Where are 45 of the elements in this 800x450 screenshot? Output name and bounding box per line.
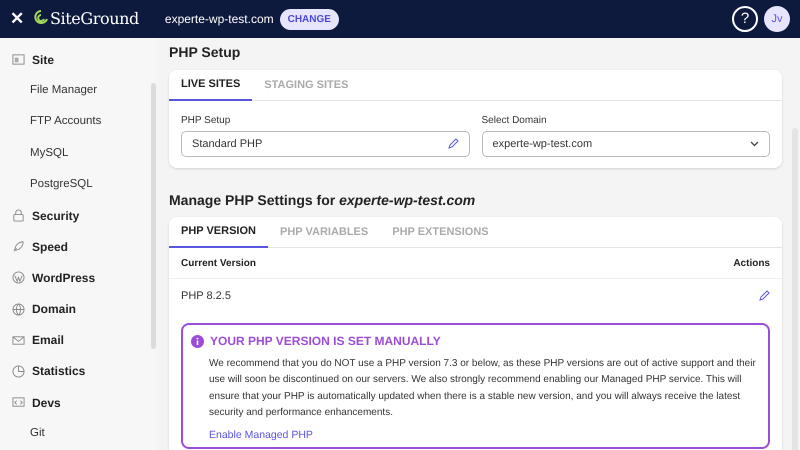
section-title: Manage PHP Settings for experte-wp-test.com [169,191,476,210]
change-button[interactable]: CHANGE [280,8,339,30]
tab[interactable]: PHP VERSION [169,217,268,248]
php-setup-field[interactable]: Standard PHP [181,131,470,157]
sidebar-section[interactable]: Domain [32,300,76,318]
enable-managed-php-link[interactable]: Enable Managed PHP [209,428,313,444]
code-window-icon [12,396,25,410]
sidebar-section[interactable]: Email [32,331,64,350]
logo-text: SiteGround [50,8,139,30]
notice-title: YOUR PHP VERSION IS SET MANUALLY [210,333,441,350]
sidebar-section[interactable]: Devs [32,394,61,412]
info-icon [191,334,204,348]
envelope-icon [12,334,25,347]
scrollbar[interactable] [151,83,156,349]
wordpress-icon [12,271,25,284]
domain-select[interactable]: experte-wp-test.com [482,131,770,157]
sidebar-section[interactable]: Statistics [32,362,86,380]
table-cell-text: PHP 8.2.5 [181,288,231,304]
pencil-icon[interactable] [446,138,458,150]
help-button[interactable]: ? [732,6,758,32]
sidebar-item[interactable]: Git [30,425,45,442]
window-icon [12,53,25,66]
field-label: Select Domain [482,114,548,128]
padlock-icon [12,209,25,222]
site-domain: experte-wp-test.com [164,11,274,28]
avatar[interactable]: Jv [764,6,790,32]
sidebar-item[interactable]: FTP Accounts [30,113,102,131]
sidebar-section[interactable]: WordPress [32,268,96,287]
pie-chart-icon [12,364,25,378]
sidebar-item[interactable]: PostgreSQL [30,176,93,193]
sidebar-item[interactable]: MySQL [30,144,68,162]
chevron-down-icon [750,141,759,147]
field-label: PHP Setup [181,114,232,128]
column-header: Actions [733,256,770,270]
close-button[interactable]: ✕ [10,6,22,32]
notice-text: We recommend that you do NOT use a PHP version 7.3 or below, as these PHP versions are out of active support and their use will soon be discontinued on our servers. We also strongly recommend enabling our Managed PHP service. This will ensure that your PHP is automatically updated when there is a stable new version, and you will always receive the latest security and performance enhancements. [208,357,757,420]
section-title: PHP Setup [169,43,242,62]
sidebar-item[interactable]: File Manager [30,82,98,100]
tab[interactable]: LIVE SITES [169,70,252,101]
sidebar-section[interactable]: Speed [32,238,68,256]
pencil-icon[interactable] [758,290,770,302]
sidebar-section[interactable]: Security [32,206,80,225]
sidebar-section[interactable]: Site [32,50,54,69]
column-header: Current Version [181,256,256,270]
globe-icon [12,302,25,316]
